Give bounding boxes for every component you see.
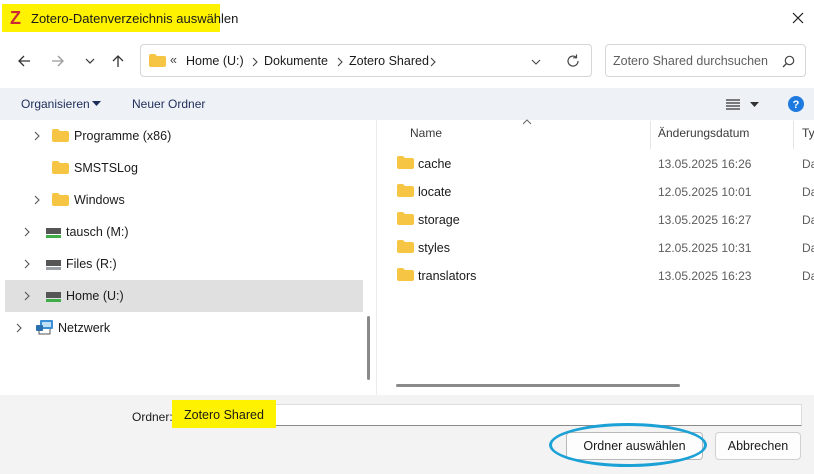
tree-item-programme-x86[interactable]: Programme (x86) bbox=[5, 120, 363, 152]
search-box[interactable]: Zotero Shared durchsuchen bbox=[605, 44, 806, 77]
chevron-right-icon[interactable] bbox=[21, 226, 33, 238]
tree-item-smstslog[interactable]: SMSTSLog bbox=[5, 152, 363, 184]
view-caret-down-icon[interactable] bbox=[750, 102, 759, 108]
network-drive-icon bbox=[46, 292, 61, 302]
file-type: Da bbox=[802, 157, 814, 171]
search-icon bbox=[782, 55, 795, 68]
folder-name-value[interactable]: Zotero Shared bbox=[184, 408, 264, 422]
close-button[interactable] bbox=[786, 6, 810, 30]
chevron-right-icon bbox=[252, 57, 258, 67]
sort-ascending-icon bbox=[522, 119, 532, 125]
arrow-left-icon bbox=[18, 55, 30, 67]
network-drive-icon bbox=[46, 260, 61, 270]
folder-icon bbox=[397, 240, 414, 253]
tree-item-label: Windows bbox=[74, 193, 125, 207]
svg-text:?: ? bbox=[793, 99, 800, 111]
file-date: 12.05.2025 10:01 bbox=[658, 185, 752, 199]
tree-item-files[interactable]: Files (R:) bbox=[5, 248, 363, 280]
file-row-locate[interactable]: locate 12.05.2025 10:01 Da bbox=[380, 177, 814, 205]
chevron-right-icon[interactable] bbox=[31, 194, 43, 206]
tree-item-label: tausch (M:) bbox=[66, 225, 129, 239]
window-title: Zotero-Datenverzeichnis auswählen bbox=[31, 11, 239, 26]
breadcrumb-overflow[interactable]: « bbox=[170, 53, 177, 67]
up-button[interactable] bbox=[106, 49, 130, 73]
file-date: 13.05.2025 16:27 bbox=[658, 213, 752, 227]
chevron-down-icon bbox=[85, 58, 95, 64]
tree-item-label: SMSTSLog bbox=[74, 161, 138, 175]
chevron-right-icon bbox=[337, 57, 343, 67]
tree-item-label: Programme (x86) bbox=[74, 129, 172, 143]
navigation-scrollbar[interactable] bbox=[367, 316, 370, 380]
view-options-icon[interactable] bbox=[726, 99, 740, 110]
column-header-type[interactable]: Ty bbox=[802, 126, 814, 140]
network-icon bbox=[36, 320, 53, 335]
chevron-right-icon bbox=[430, 57, 436, 67]
refresh-icon[interactable] bbox=[566, 54, 580, 68]
file-type: Da bbox=[802, 213, 814, 227]
tree-item-label: Home (U:) bbox=[66, 289, 124, 303]
file-date: 13.05.2025 16:23 bbox=[658, 269, 752, 283]
folder-icon bbox=[52, 161, 69, 174]
close-icon bbox=[792, 12, 804, 24]
highlight-circle bbox=[549, 423, 707, 467]
chevron-right-icon[interactable] bbox=[13, 322, 25, 334]
arrow-right-icon bbox=[52, 55, 64, 67]
breadcrumb-home[interactable]: Home (U:) bbox=[186, 54, 244, 68]
column-separator[interactable] bbox=[793, 121, 794, 149]
forward-button[interactable] bbox=[46, 49, 70, 73]
tree-item-tausch[interactable]: tausch (M:) bbox=[5, 216, 363, 248]
organize-button[interactable]: Organisieren bbox=[21, 97, 90, 111]
column-header-name[interactable]: Name bbox=[410, 126, 442, 140]
zotero-app-icon: Z bbox=[10, 8, 21, 28]
file-name: locate bbox=[418, 185, 452, 199]
search-input[interactable]: Zotero Shared durchsuchen bbox=[613, 54, 768, 68]
file-name: cache bbox=[418, 157, 452, 171]
new-folder-button[interactable]: Neuer Ordner bbox=[132, 97, 205, 111]
file-name: translators bbox=[418, 269, 477, 283]
file-date: 13.05.2025 16:26 bbox=[658, 157, 752, 171]
folder-icon bbox=[52, 129, 69, 142]
file-row-translators[interactable]: translators 13.05.2025 16:23 Da bbox=[380, 261, 814, 289]
folder-icon bbox=[397, 184, 414, 197]
file-name: styles bbox=[418, 241, 450, 255]
folder-icon bbox=[397, 212, 414, 225]
column-separator[interactable] bbox=[650, 121, 651, 149]
back-button[interactable] bbox=[12, 49, 36, 73]
chevron-right-icon[interactable] bbox=[21, 290, 33, 302]
tree-item-windows[interactable]: Windows bbox=[5, 184, 363, 216]
folder-icon bbox=[397, 156, 414, 169]
breadcrumb-dokumente[interactable]: Dokumente bbox=[264, 54, 328, 68]
file-date: 12.05.2025 10:31 bbox=[658, 241, 752, 255]
arrow-up-icon bbox=[112, 55, 124, 67]
network-drive-icon bbox=[46, 228, 61, 238]
file-name: storage bbox=[418, 213, 460, 227]
file-type: Da bbox=[802, 241, 814, 255]
folder-icon bbox=[52, 193, 69, 206]
file-row-storage[interactable]: storage 13.05.2025 16:27 Da bbox=[380, 205, 814, 233]
help-icon[interactable]: ? bbox=[788, 96, 804, 112]
tree-item-label: Files (R:) bbox=[66, 257, 117, 271]
column-header-date[interactable]: Änderungsdatum bbox=[658, 126, 749, 140]
file-type: Da bbox=[802, 269, 814, 283]
file-row-styles[interactable]: styles 12.05.2025 10:31 Da bbox=[380, 233, 814, 261]
file-list-horizontal-scrollbar[interactable] bbox=[396, 384, 680, 387]
file-type: Da bbox=[802, 185, 814, 199]
folder-icon bbox=[397, 268, 414, 281]
chevron-right-icon[interactable] bbox=[21, 258, 33, 270]
tree-item-netzwerk[interactable]: Netzwerk bbox=[5, 312, 363, 344]
address-bar[interactable]: « Home (U:) Dokumente Zotero Shared bbox=[140, 44, 592, 77]
caret-down-icon bbox=[92, 101, 101, 106]
recent-locations-button[interactable] bbox=[78, 49, 102, 73]
pane-divider[interactable] bbox=[376, 120, 377, 395]
command-bar bbox=[0, 88, 814, 120]
folder-label: Ordner: bbox=[132, 410, 173, 424]
chevron-right-icon[interactable] bbox=[31, 130, 43, 142]
breadcrumb-zotero-shared[interactable]: Zotero Shared bbox=[349, 54, 429, 68]
tree-item-home[interactable]: Home (U:) bbox=[5, 280, 363, 312]
file-row-cache[interactable]: cache 13.05.2025 16:26 Da bbox=[380, 149, 814, 177]
folder-icon bbox=[149, 54, 166, 67]
tree-item-label: Netzwerk bbox=[58, 321, 111, 335]
cancel-button[interactable]: Abbrechen bbox=[715, 432, 801, 460]
address-history-chevron-icon[interactable] bbox=[530, 57, 542, 67]
